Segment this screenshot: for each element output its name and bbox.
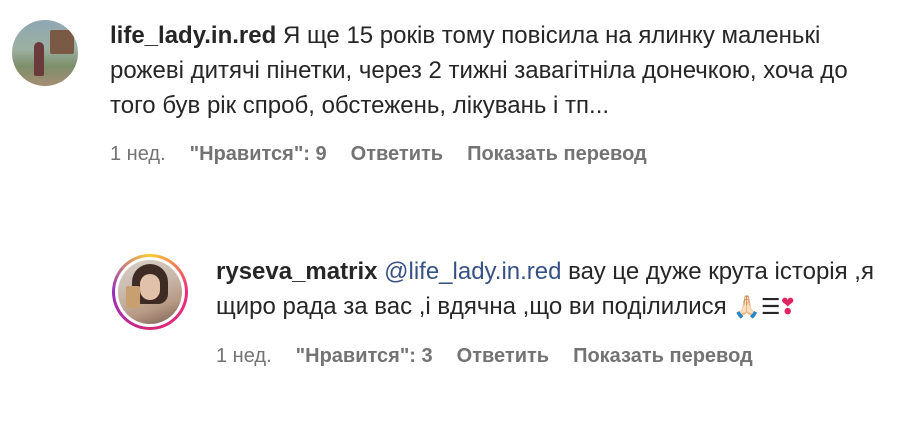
show-translation-button[interactable]: Показать перевод	[573, 345, 753, 368]
comment-timestamp[interactable]: 1 нед.	[110, 143, 166, 166]
show-translation-button[interactable]: Показать перевод	[467, 143, 647, 166]
heart-exclamation-emoji-icon: ❣	[778, 295, 797, 320]
avatar-photo-phone	[126, 286, 140, 308]
reply-button[interactable]: Ответить	[351, 143, 443, 166]
avatar-photo-face	[140, 274, 160, 300]
likes-count-button[interactable]: "Нравится": 9	[190, 143, 327, 166]
comment-text-block: ryseva_matrix @life_lady.in.red вау це д…	[216, 254, 902, 325]
comment: life_lady.in.red Я ще 15 років тому пові…	[12, 18, 892, 166]
comment-username[interactable]: ryseva_matrix	[216, 258, 377, 285]
avatar[interactable]	[12, 20, 78, 86]
story-ring-gap	[115, 257, 185, 327]
story-ring[interactable]	[112, 254, 188, 330]
folded-hands-emoji-icon: 🙏🏻	[733, 295, 761, 320]
comment-meta: 1 нед. "Нравится": 9 Ответить Показать п…	[110, 143, 892, 166]
comment-body: life_lady.in.red Я ще 15 років тому пові…	[110, 18, 892, 166]
reply-button[interactable]: Ответить	[457, 345, 549, 368]
avatar-photo-figure	[34, 42, 44, 76]
comment-text-block: life_lady.in.red Я ще 15 років тому пові…	[110, 18, 892, 123]
likes-count-button[interactable]: "Нравится": 3	[296, 345, 433, 368]
comment-timestamp[interactable]: 1 нед.	[216, 345, 272, 368]
avatar-photo-house	[50, 30, 74, 54]
mention-link[interactable]: @life_lady.in.red	[384, 258, 561, 285]
reply-comment: ryseva_matrix @life_lady.in.red вау це д…	[112, 254, 902, 368]
comment-body: ryseva_matrix @life_lady.in.red вау це д…	[216, 254, 902, 368]
bars-emoji-icon: ☰	[760, 295, 781, 320]
comment-meta: 1 нед. "Нравится": 3 Ответить Показать п…	[216, 345, 902, 368]
avatar[interactable]	[118, 260, 182, 324]
comment-username[interactable]: life_lady.in.red	[110, 22, 276, 49]
